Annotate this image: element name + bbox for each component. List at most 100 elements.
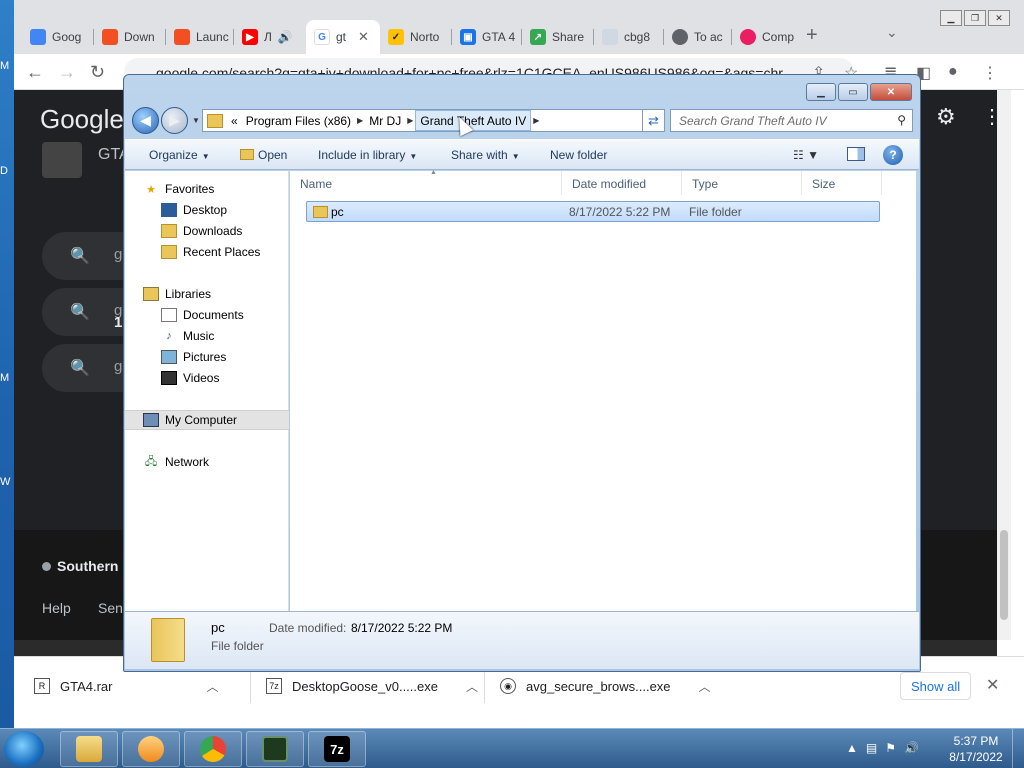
profile-avatar-icon[interactable]: ● [948,63,958,81]
tab-gta4[interactable]: ▣ GTA 4 [452,20,522,54]
breadcrumb-gta-iv[interactable]: Grand Theft Auto IV [415,110,532,131]
clock[interactable]: 5:37 PM 8/17/2022 [944,733,1008,765]
nav-pictures[interactable]: Pictures [125,347,289,367]
recent-pages-dropdown-icon[interactable]: ▼ [192,116,200,125]
maximize-button[interactable]: ▭ [838,83,868,101]
show-desktop-button[interactable] [1012,729,1024,768]
nav-documents[interactable]: Documents [125,305,289,325]
send-feedback-link[interactable]: Sen [98,600,123,616]
column-header-type[interactable]: Type [682,171,802,195]
menu-dots-icon[interactable]: ⋮ [982,63,998,83]
volume-icon[interactable]: 🔊 [904,741,919,755]
device-icon[interactable]: ▤ [866,741,877,755]
column-header-name[interactable]: Name [290,171,562,195]
computer-icon [143,413,159,427]
nav-network[interactable]: 🖧 Network [125,452,289,472]
maximize-button[interactable]: ❐ [964,10,986,26]
tab-label: Comp [762,30,795,44]
taskbar-chrome[interactable] [184,731,242,767]
tab-downloads[interactable]: Down [94,20,166,54]
change-view-icon[interactable]: ☷ ▼ [793,148,819,162]
breadcrumb-arrow-icon[interactable]: ▶ [355,116,365,125]
nav-music[interactable]: ♪ Music [125,326,289,346]
new-folder-button[interactable]: New folder [550,148,607,162]
taskbar-7zip[interactable]: 7z [308,731,366,767]
vertical-scrollbar[interactable] [997,90,1011,640]
search-box[interactable]: Search Grand Theft Auto IV ⚲ [670,109,913,132]
settings-gear-icon[interactable]: ⚙ [936,104,956,130]
breadcrumb-arrow-icon[interactable]: ▶ [531,116,541,125]
tab-share[interactable]: ↗ Share [522,20,594,54]
tab-cbg[interactable]: cbg8 [594,20,664,54]
show-all-button[interactable]: Show all [900,672,972,700]
tab-norton[interactable]: ✓ Norto [380,20,452,54]
video-thumbnail[interactable] [42,142,82,178]
nav-recent-places[interactable]: Recent Places [125,242,289,262]
close-tab-icon[interactable]: ✕ [358,29,369,45]
nav-desktop[interactable]: Desktop [125,200,289,220]
tab-to-ac[interactable]: To ac [664,20,732,54]
refresh-icon[interactable]: ⇄ [642,109,665,132]
tab-google[interactable]: Goog [22,20,94,54]
action-center-flag-icon[interactable]: ⚑ [885,741,896,755]
chevron-up-icon[interactable]: ︿ [207,678,219,695]
share-with-button[interactable]: Share with ▼ [451,148,520,162]
back-arrow-icon[interactable]: ← [26,62,44,83]
apps-menu-icon[interactable]: ⋮ [982,104,997,129]
location-text: Southern [42,558,118,574]
file-date: 8/17/2022 5:22 PM [569,205,671,219]
speaker-icon: 🔊 [277,30,293,44]
search-icon[interactable]: ⚲ [897,113,906,127]
tab-youtube[interactable]: ▶ Л 🔊 [234,20,306,54]
chevron-up-icon[interactable]: ︿ [466,678,478,695]
help-icon[interactable]: ? [883,145,903,165]
forward-arrow-icon[interactable]: → [58,62,76,83]
nav-libraries[interactable]: Libraries [125,284,289,304]
chrome-icon [200,736,226,762]
column-header-date[interactable]: Date modified [562,171,682,195]
taskbar-media-player[interactable] [122,731,180,767]
minimize-button[interactable]: ▁ [940,10,962,26]
back-arrow-icon[interactable]: ◀ [132,107,159,134]
tab-comp[interactable]: Comp [732,20,802,54]
breadcrumb-arrow-icon[interactable]: ▶ [405,116,415,125]
folder-icon [207,113,223,128]
close-button[interactable]: ✕ [988,10,1010,26]
preview-pane-icon[interactable] [847,147,865,161]
organize-button[interactable]: Organize ▼ [149,148,210,162]
tab-gta-search[interactable]: Ggt ✕ [306,20,380,54]
desktop-icon [161,203,177,217]
tab-launcher[interactable]: Launc [166,20,234,54]
open-button[interactable]: Open [240,148,287,162]
file-name: pc [331,205,344,219]
nav-my-computer[interactable]: My Computer [125,410,289,430]
include-in-library-button[interactable]: Include in library ▼ [318,148,417,162]
scrollbar-thumb[interactable] [1000,530,1008,620]
breadcrumb-mr-dj[interactable]: Mr DJ [365,114,405,128]
google-logo[interactable]: Google [40,104,124,135]
help-link[interactable]: Help [42,600,71,616]
address-bar[interactable]: « Program Files (x86) ▶ Mr DJ ▶ Grand Th… [202,109,665,132]
google-icon: G [314,29,330,45]
breadcrumb-program-files[interactable]: Program Files (x86) [242,114,355,128]
reload-icon[interactable]: ↻ [90,62,105,83]
file-row[interactable]: pc 8/17/2022 5:22 PM File folder [306,201,880,222]
show-hidden-icons-icon[interactable]: ▲ [846,741,858,755]
nav-videos[interactable]: Videos [125,368,289,388]
breadcrumb-overflow[interactable]: « [227,114,242,128]
forward-arrow-icon[interactable]: ▶ [161,107,188,134]
nav-favorites[interactable]: ★ Favorites [125,179,289,199]
taskbar-task-manager[interactable] [246,731,304,767]
close-button[interactable]: ✕ [870,83,912,101]
documents-icon [161,308,177,322]
chevron-up-icon[interactable]: ︿ [699,678,711,695]
start-button[interactable] [4,731,44,767]
window-controls: ▁ ❐ ✕ [940,10,1010,26]
column-header-size[interactable]: Size [802,171,882,195]
nav-downloads[interactable]: Downloads [125,221,289,241]
tab-search-chevron-icon[interactable]: ⌄ [886,24,898,41]
taskbar-file-explorer[interactable] [60,731,118,767]
minimize-button[interactable]: ▁ [806,83,836,101]
new-tab-button[interactable]: + [806,24,818,47]
close-download-shelf-icon[interactable]: ✕ [986,675,999,695]
